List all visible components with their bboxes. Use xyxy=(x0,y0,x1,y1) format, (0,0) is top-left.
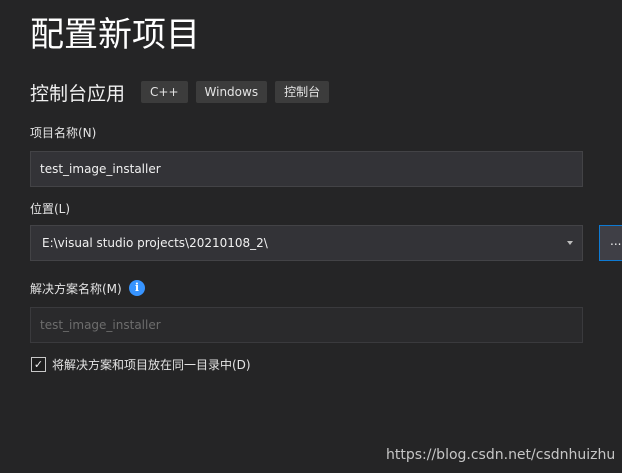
solution-name-label: 解决方案名称(M) xyxy=(30,282,122,296)
solution-name-input[interactable] xyxy=(30,307,583,343)
tag-windows: Windows xyxy=(195,81,268,103)
same-directory-label: 将解决方案和项目放在同一目录中(D) xyxy=(52,357,251,372)
location-label: 位置(L) xyxy=(30,202,71,216)
browse-button[interactable]: ... xyxy=(599,225,622,261)
project-name-input[interactable] xyxy=(30,151,583,187)
chevron-down-icon xyxy=(567,241,573,245)
watermark-url: https://blog.csdn.net/csdnhuizhu xyxy=(386,447,616,463)
location-select[interactable]: E:\visual studio projects\20210108_2\ xyxy=(30,225,583,261)
location-value: E:\visual studio projects\20210108_2\ xyxy=(42,236,268,250)
tag-console: 控制台 xyxy=(275,81,330,103)
check-icon[interactable]: ✓ xyxy=(31,356,46,372)
project-type-name: 控制台应用 xyxy=(30,82,126,105)
same-directory-option[interactable]: ✓ 将解决方案和项目放在同一目录中(D) xyxy=(31,355,251,373)
tag-cpp: C++ xyxy=(141,81,188,103)
page-title: 配置新项目 xyxy=(30,15,200,55)
info-icon[interactable]: i xyxy=(129,280,145,296)
project-name-label: 项目名称(N) xyxy=(30,126,97,140)
configure-project-dialog: 配置新项目 控制台应用 C++ Windows 控制台 项目名称(N) 位置(L… xyxy=(0,0,622,473)
project-type-row: 控制台应用 C++ Windows 控制台 xyxy=(30,78,337,106)
